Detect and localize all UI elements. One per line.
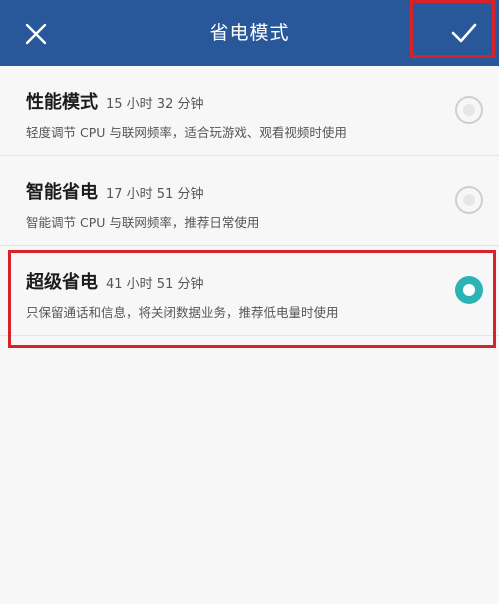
option-header: 性能模式 15 小时 32 分钟 (26, 88, 203, 114)
option-name: 智能省电 (26, 182, 98, 203)
mode-option-smart[interactable]: 智能省电 17 小时 51 分钟 智能调节 CPU 与联网频率，推荐日常使用 (0, 156, 499, 246)
mode-option-performance[interactable]: 性能模式 15 小时 32 分钟 轻度调节 CPU 与联网频率，适合玩游戏、观看视… (0, 66, 499, 156)
option-description: 轻度调节 CPU 与联网频率，适合玩游戏、观看视频时使用 (26, 125, 347, 140)
option-name: 性能模式 (26, 92, 98, 113)
option-name: 超级省电 (26, 272, 98, 293)
option-description: 智能调节 CPU 与联网频率，推荐日常使用 (26, 215, 260, 230)
check-icon (451, 23, 476, 43)
option-time: 17 小时 51 分钟 (106, 187, 204, 202)
power-saving-screen: 省电模式 性能模式 15 小时 32 分钟 轻度调节 CPU 与联网频率，适合玩游… (0, 0, 499, 604)
option-time: 15 小时 32 分钟 (106, 97, 204, 112)
top-bar: 省电模式 (0, 0, 499, 66)
radio-button[interactable] (455, 186, 483, 214)
mode-list: 性能模式 15 小时 32 分钟 轻度调节 CPU 与联网频率，适合玩游戏、观看视… (0, 66, 499, 336)
option-header: 超级省电 41 小时 51 分钟 (26, 268, 203, 294)
close-icon (25, 23, 47, 45)
option-time: 41 小时 51 分钟 (106, 277, 204, 292)
option-header: 智能省电 17 小时 51 分钟 (26, 178, 203, 204)
option-description: 只保留通话和信息，将关闭数据业务，推荐低电量时使用 (26, 305, 339, 320)
close-button[interactable] (14, 12, 58, 56)
mode-option-super[interactable]: 超级省电 41 小时 51 分钟 只保留通话和信息，将关闭数据业务，推荐低电量时使… (0, 246, 499, 336)
radio-button-selected[interactable] (455, 276, 483, 304)
confirm-button[interactable] (410, 0, 495, 58)
radio-button[interactable] (455, 96, 483, 124)
